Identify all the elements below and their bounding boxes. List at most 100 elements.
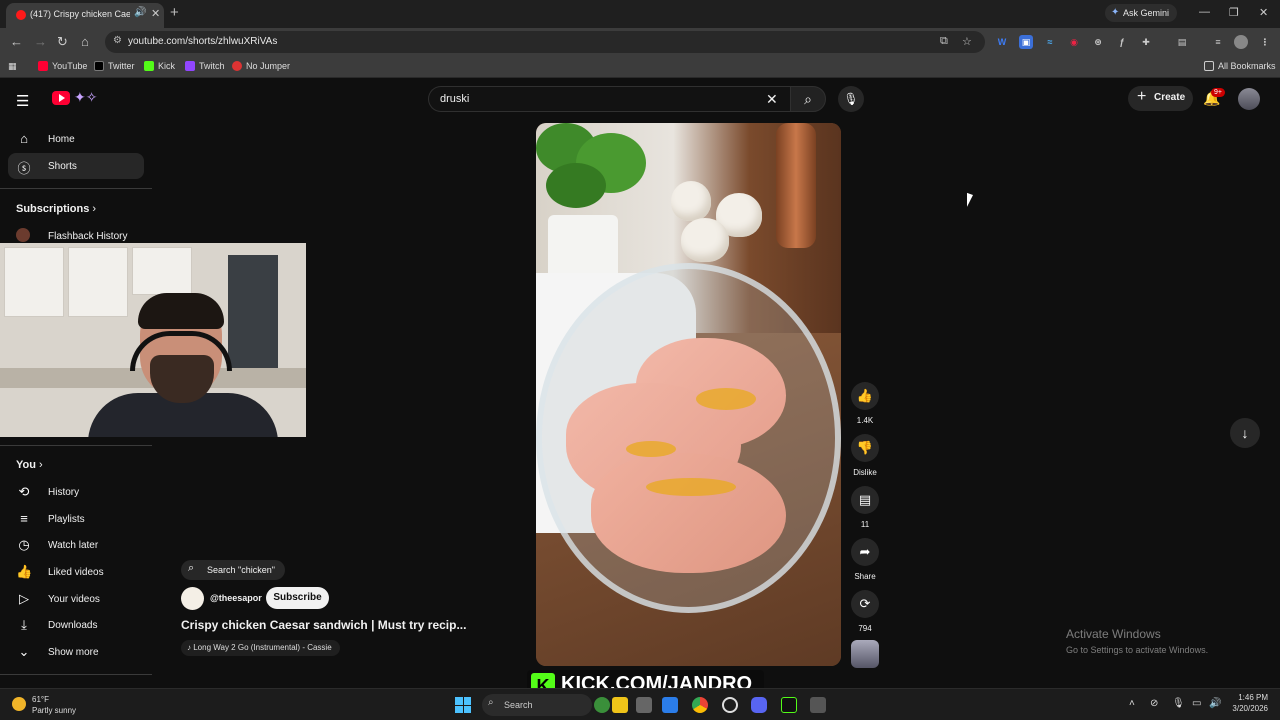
- sidebar-divider: [0, 674, 152, 675]
- webcam-overlay: [0, 243, 306, 437]
- volume-icon[interactable]: 🔊: [1209, 698, 1221, 709]
- minimize-button[interactable]: —: [1199, 6, 1210, 18]
- bookmark-star-icon[interactable]: ☆: [962, 35, 972, 48]
- video-icon: ▷: [19, 591, 29, 606]
- speaker-icon[interactable]: 🔊: [134, 7, 146, 18]
- sidebar-item-history[interactable]: ⟲ History: [8, 479, 144, 505]
- create-label: Create: [1154, 92, 1186, 103]
- media-control-icon[interactable]: ≡: [1211, 35, 1225, 49]
- sidebar-item-downloads[interactable]: ⤓ Downloads: [8, 612, 144, 638]
- search-chip-label: Search "chicken": [207, 565, 275, 575]
- dislike-button[interactable]: 👎 Dislike: [851, 434, 879, 477]
- taskbar-app-icon[interactable]: [810, 697, 826, 713]
- apps-grid-icon[interactable]: ▦: [8, 61, 17, 72]
- chrome-icon[interactable]: [692, 697, 708, 713]
- next-short-button[interactable]: ↓: [1230, 418, 1260, 448]
- sidebar-item-watch-later[interactable]: ◷ Watch later: [8, 532, 144, 558]
- sidebar-item-home[interactable]: ⌂ Home: [8, 126, 144, 152]
- sound-thumbnail[interactable]: [851, 640, 879, 668]
- display-icon[interactable]: ▭: [1192, 698, 1201, 709]
- taskbar-app-icon[interactable]: [636, 697, 652, 713]
- related-search-chip[interactable]: ⌕ Search "chicken": [181, 560, 285, 580]
- close-window-button[interactable]: ✕: [1259, 6, 1268, 19]
- taskbar-app-icon[interactable]: [594, 697, 610, 713]
- search-button[interactable]: ⌕: [790, 86, 826, 112]
- reload-button[interactable]: ↻: [57, 34, 68, 50]
- obs-icon[interactable]: [781, 697, 797, 713]
- voice-search-button[interactable]: 🎙: [838, 86, 864, 112]
- hamburger-menu-icon[interactable]: ☰: [16, 92, 29, 110]
- sidebar-item-label: Playlists: [48, 514, 85, 525]
- subscriptions-header[interactable]: Subscriptions ›: [16, 203, 96, 215]
- discord-icon[interactable]: [751, 697, 767, 713]
- activate-windows-watermark: Activate Windows Go to Settings to activ…: [1066, 627, 1209, 655]
- sidebar-divider: [0, 445, 152, 446]
- taskbar-app-icon[interactable]: [662, 697, 678, 713]
- new-tab-button[interactable]: +: [170, 4, 179, 21]
- start-button[interactable]: [455, 697, 471, 713]
- browser-tab[interactable]: (417) Crispy chicken Caesar sandwich 🔊 ✕: [6, 3, 164, 28]
- extension-icon[interactable]: ⊛: [1091, 35, 1105, 49]
- all-bookmarks-button[interactable]: All Bookmarks: [1204, 61, 1276, 71]
- sidebar-item-label: History: [48, 487, 80, 498]
- sidebar-item-playlists[interactable]: ≡ Playlists: [8, 506, 144, 532]
- install-app-icon[interactable]: ⧉: [940, 35, 948, 48]
- bookmark-kick[interactable]: Kick: [144, 61, 175, 71]
- sidebar-divider: [0, 188, 152, 189]
- share-button[interactable]: ➦ Share: [851, 538, 879, 581]
- address-bar[interactable]: ⚙ youtube.com/shorts/zhlwuXRiVAs ⧉ ☆: [105, 31, 985, 53]
- extension-icon[interactable]: ◉: [1067, 35, 1081, 49]
- shorts-icon: ⓢ: [17, 161, 31, 176]
- comments-button[interactable]: ▤ 11: [851, 486, 879, 529]
- extension-icon[interactable]: ▣: [1019, 35, 1033, 49]
- extension-icon[interactable]: W: [995, 35, 1009, 49]
- you-header[interactable]: You ›: [16, 459, 43, 471]
- restore-button[interactable]: ❐: [1229, 6, 1239, 19]
- side-panel-icon[interactable]: ▤: [1175, 35, 1189, 49]
- tab-close-button[interactable]: ✕: [151, 7, 160, 20]
- subscribe-button[interactable]: Subscribe: [266, 587, 329, 609]
- bookmark-no-jumper[interactable]: No Jumper: [232, 61, 290, 71]
- history-icon: ⟲: [18, 484, 30, 499]
- profile-avatar[interactable]: [1234, 35, 1248, 49]
- account-avatar[interactable]: [1238, 88, 1260, 110]
- channel-avatar[interactable]: [181, 587, 204, 610]
- sidebar-item-your-videos[interactable]: ▷ Your videos: [8, 586, 144, 612]
- network-icon[interactable]: ⊘: [1150, 698, 1158, 709]
- microphone-icon[interactable]: 🎙: [1172, 698, 1185, 709]
- clear-search-icon[interactable]: ✕: [766, 91, 778, 108]
- taskbar-app-icon[interactable]: [722, 697, 738, 713]
- tray-chevron-icon[interactable]: ˄: [1129, 698, 1135, 709]
- file-explorer-icon[interactable]: [612, 697, 628, 713]
- shorts-video-player[interactable]: [536, 123, 841, 666]
- share-label: Share: [854, 572, 876, 581]
- home-icon[interactable]: ⌂: [81, 34, 89, 49]
- site-info-icon[interactable]: ⚙: [113, 35, 122, 46]
- short-title[interactable]: Crispy chicken Caesar sandwich | Must tr…: [181, 618, 466, 632]
- video-olive-oil: [626, 441, 676, 457]
- ask-gemini-button[interactable]: ✦ Ask Gemini: [1105, 4, 1177, 22]
- bookmark-twitch[interactable]: Twitch: [185, 61, 225, 71]
- audio-track-chip[interactable]: ♪ Long Way 2 Go (Instrumental) - Cassie: [181, 640, 340, 656]
- extension-icon[interactable]: ƒ: [1115, 35, 1129, 49]
- remix-button[interactable]: ⟳ 794: [851, 590, 879, 633]
- like-button[interactable]: 👍 1.4K: [851, 382, 879, 425]
- bookmark-youtube[interactable]: YouTube: [38, 61, 87, 71]
- search-input[interactable]: druski ✕: [428, 86, 792, 112]
- thumbs-up-icon: 👍: [16, 564, 33, 579]
- sidebar-item-liked-videos[interactable]: 👍 Liked videos: [8, 559, 144, 585]
- sidebar-item-show-more[interactable]: ⌄ Show more: [8, 639, 144, 665]
- youtube-doodle-icon[interactable]: ✦✧: [74, 89, 97, 106]
- forward-button[interactable]: →: [34, 34, 47, 49]
- kebab-menu-icon[interactable]: ⋮: [1258, 35, 1272, 49]
- sidebar-item-shorts[interactable]: ⓢ Shorts: [8, 153, 144, 179]
- extensions-puzzle-icon[interactable]: ✚: [1139, 35, 1153, 49]
- back-button[interactable]: ←: [10, 34, 23, 49]
- youtube-logo[interactable]: [52, 91, 70, 105]
- channel-name[interactable]: @theesapor: [210, 593, 262, 603]
- create-button[interactable]: + Create: [1128, 86, 1193, 111]
- taskbar-clock[interactable]: 1:46 PM 3/20/2026: [1226, 693, 1268, 713]
- bookmark-twitter[interactable]: Twitter: [94, 61, 135, 71]
- taskbar-search[interactable]: ⌕ Search: [482, 694, 592, 716]
- extension-icon[interactable]: ≈: [1043, 35, 1057, 49]
